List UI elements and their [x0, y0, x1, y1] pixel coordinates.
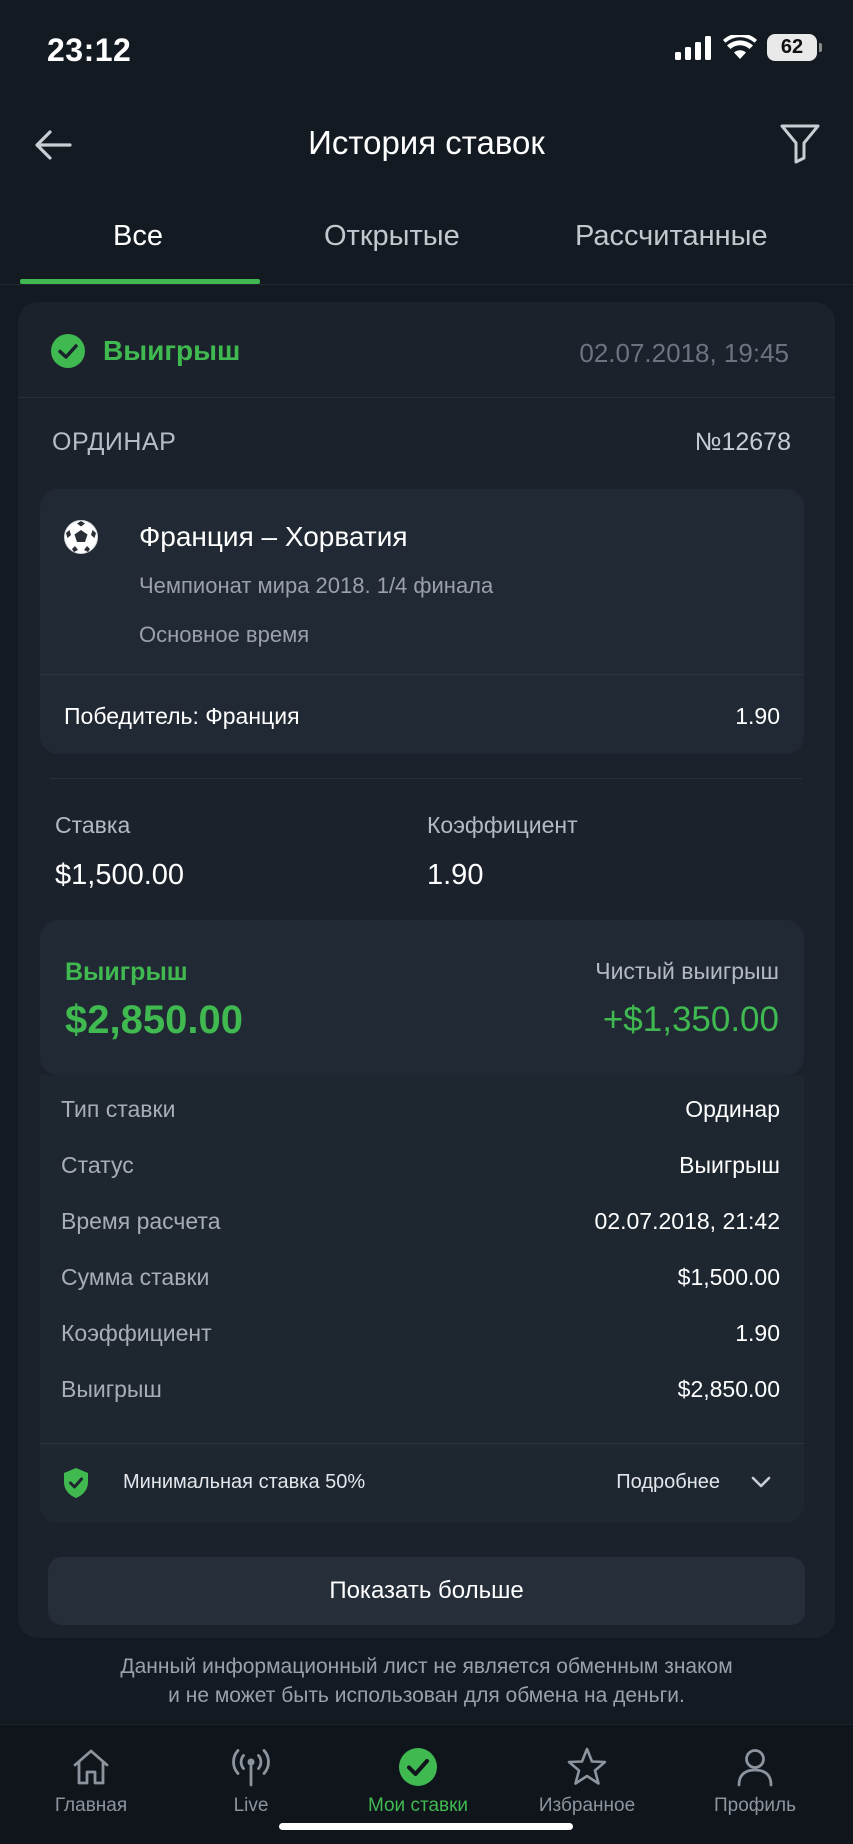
bet-card-header: Выигрыш 02.07.2018, 19:45 [18, 302, 835, 398]
divider [40, 1443, 804, 1444]
detail-value: 1.90 [735, 1320, 780, 1346]
home-indicator[interactable] [279, 1823, 573, 1830]
bet-type: ОРДИНАР [52, 428, 177, 456]
detail-label: Сумма ставки [61, 1264, 210, 1290]
detail-row: Выигрыш $2,850.00 [40, 1363, 804, 1419]
nav-live[interactable]: Live [166, 1725, 336, 1835]
tab-all[interactable]: Все [113, 220, 163, 253]
home-icon [73, 1749, 109, 1785]
signal-icon [675, 35, 711, 60]
nav-bar: История ставок [0, 100, 853, 190]
stake-label: Ставка [55, 812, 131, 838]
detail-label: Выигрыш [61, 1376, 162, 1402]
star-icon [567, 1747, 607, 1785]
net-winnings-value: +$1,350.00 [602, 1000, 779, 1039]
detail-row: Коэффициент 1.90 [40, 1307, 804, 1363]
stake-value: $1,500.00 [55, 859, 185, 891]
nav-label: Профиль [713, 1795, 797, 1816]
detail-row: Время расчета 02.07.2018, 21:42 [40, 1195, 804, 1251]
event-box[interactable]: Франция – Хорватия Чемпионат мира 2018. … [40, 489, 804, 754]
shield-check-icon [64, 1468, 88, 1498]
bet-card: Выигрыш 02.07.2018, 19:45 ОРДИНАР №12678… [18, 302, 835, 1638]
nav-label: Мои ставки [367, 1795, 469, 1816]
detail-value: Ординар [685, 1096, 780, 1122]
detail-value: Выигрыш [679, 1152, 780, 1178]
divider [40, 674, 804, 675]
odds-label: Коэффициент [427, 812, 578, 838]
soccer-ball-icon [64, 520, 98, 554]
tab-open[interactable]: Открытые [324, 220, 460, 253]
event-period: Основное время [139, 622, 310, 647]
nav-home[interactable]: Главная [6, 1725, 176, 1835]
chevron-down-icon[interactable] [748, 1469, 774, 1495]
detail-label: Коэффициент [61, 1320, 212, 1346]
detail-value: 02.07.2018, 21:42 [594, 1208, 780, 1234]
bet-date: 02.07.2018, 19:45 [579, 338, 789, 368]
nav-profile[interactable]: Профиль [670, 1725, 840, 1835]
show-more-button[interactable]: Показать больше [48, 1557, 805, 1625]
wifi-icon [723, 34, 757, 59]
my-bets-icon [399, 1748, 437, 1786]
winnings-box: Выигрыш $2,850.00 Чистый выигрыш +$1,350… [40, 920, 804, 1075]
more-details-link[interactable]: Подробнее [616, 1471, 720, 1494]
detail-label: Время расчета [61, 1208, 221, 1234]
detail-row: Тип ставки Ординар [40, 1083, 804, 1139]
bet-outcome: Победитель: Франция [64, 703, 300, 729]
net-winnings-label: Чистый выигрыш [595, 958, 779, 984]
event-name: Франция – Хорватия [139, 521, 408, 552]
profile-icon [737, 1749, 773, 1787]
nav-label: Live [233, 1795, 269, 1816]
battery-icon: 62 [767, 34, 822, 61]
detail-label: Статус [61, 1152, 134, 1178]
tab-bar: Все Открытые Рассчитанные [0, 200, 853, 285]
nav-label: Избранное [538, 1795, 636, 1816]
detail-label: Тип ставки [61, 1096, 176, 1122]
nav-label: Главная [54, 1795, 128, 1816]
filter-icon[interactable] [777, 120, 823, 166]
event-tournament: Чемпионат мира 2018. 1/4 финала [139, 573, 494, 598]
disclaimer-line: Данный информационный лист не является о… [120, 1655, 733, 1678]
bet-number: №12678 [694, 428, 791, 456]
min-stake-note: Минимальная ставка 50% [123, 1471, 366, 1493]
outcome-odds: 1.90 [735, 703, 780, 729]
disclaimer-line: и не может быть использован для обмена н… [168, 1684, 685, 1707]
page-title: История ставок [308, 124, 545, 161]
bet-status: Выигрыш [103, 335, 241, 366]
nav-my-bets[interactable]: Мои ставки [333, 1725, 503, 1835]
detail-value: $2,850.00 [677, 1376, 780, 1402]
winnings-label: Выигрыш [65, 958, 188, 986]
status-icons: 62 [675, 34, 822, 61]
detail-value: $1,500.00 [677, 1264, 780, 1290]
live-icon [232, 1749, 270, 1787]
bet-details: Тип ставки Ординар Статус Выигрыш Время … [40, 1075, 804, 1523]
divider [50, 778, 802, 779]
winnings-value: $2,850.00 [65, 998, 243, 1042]
check-circle-icon [51, 334, 85, 368]
status-bar: 23:12 62 [0, 0, 853, 100]
nav-favorites[interactable]: Избранное [502, 1725, 672, 1835]
status-time: 23:12 [47, 32, 132, 68]
disclaimer: Данный информационный лист не является о… [0, 1652, 853, 1710]
odds-value: 1.90 [427, 859, 484, 891]
detail-row: Статус Выигрыш [40, 1139, 804, 1195]
detail-row: Сумма ставки $1,500.00 [40, 1251, 804, 1307]
active-tab-indicator [20, 279, 260, 284]
tab-settled[interactable]: Рассчитанные [575, 220, 768, 253]
